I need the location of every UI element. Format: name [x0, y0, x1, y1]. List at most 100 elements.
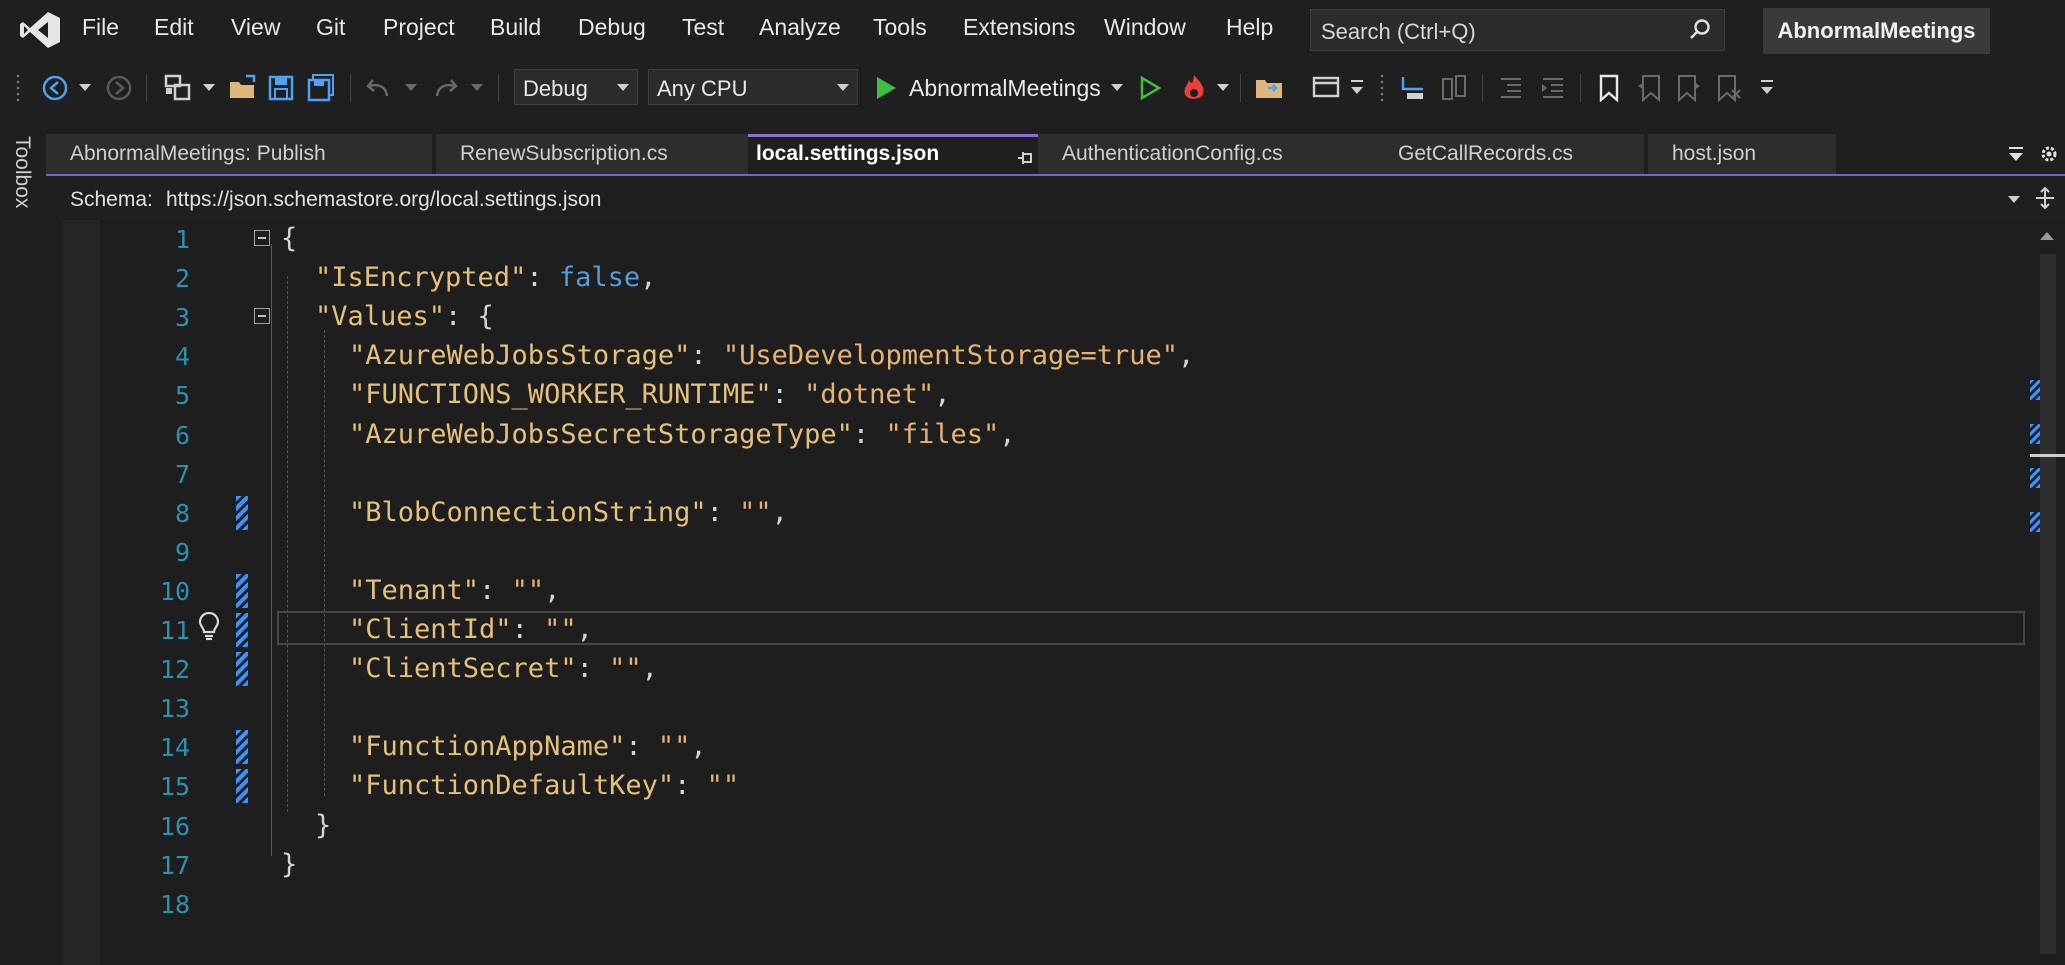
code-line[interactable]: 3 "Values": { [0, 298, 1966, 337]
hot-reload-icon[interactable] [1178, 72, 1210, 104]
json-key: "AzureWebJobsStorage" [349, 340, 691, 372]
toolbar-overflow-icon[interactable] [1760, 72, 1774, 104]
menu-analyze[interactable]: Analyze [759, 14, 841, 41]
tab-local-settings-json[interactable]: local.settings.json [748, 134, 1084, 174]
code-line[interactable]: 4 "AzureWebJobsStorage": "UseDevelopmentS… [0, 337, 1966, 376]
menu-edit[interactable]: Edit [154, 14, 194, 41]
menu-project[interactable]: Project [383, 14, 455, 41]
scroll-caret-marker [2030, 454, 2065, 457]
code-line[interactable]: 9 [0, 533, 1966, 572]
solution-explorer-icon[interactable] [162, 72, 196, 104]
menu-help[interactable]: Help [1226, 14, 1273, 41]
menu-extensions[interactable]: Extensions [963, 14, 1076, 41]
code-line[interactable]: 8 "BlobConnectionString": "", [0, 494, 1966, 533]
menu-debug[interactable]: Debug [578, 14, 646, 41]
tab-renewsubscription[interactable]: RenewSubscription.cs [436, 134, 792, 174]
configuration-select[interactable]: Debug [514, 69, 638, 105]
start-dropdown-icon[interactable] [1110, 72, 1124, 104]
platform-select[interactable]: Any CPU [648, 69, 858, 105]
tab-getcallrecords[interactable]: GetCallRecords.cs [1374, 134, 1644, 174]
split-editor-icon[interactable] [2034, 186, 2056, 210]
browser-dropdown-icon[interactable] [1350, 72, 1364, 104]
run-target-label[interactable]: AbnormalMeetings [909, 75, 1101, 102]
hot-reload-dropdown-icon[interactable] [1216, 72, 1230, 104]
bookmark-icon[interactable] [1594, 72, 1624, 104]
visual-studio-logo[interactable] [18, 10, 62, 50]
clear-bookmarks-icon[interactable] [1714, 72, 1744, 104]
code-line[interactable]: 14 "FunctionAppName": "", [0, 728, 1966, 767]
pin-icon[interactable] [1016, 149, 1034, 167]
browse-folder-icon[interactable] [1254, 72, 1286, 104]
code-line[interactable]: 17} [0, 846, 1966, 885]
tab-authenticationconfig[interactable]: AuthenticationConfig.cs [1038, 134, 1404, 174]
code-line[interactable]: 5 "FUNCTIONS_WORKER_RUNTIME": "dotnet", [0, 376, 1966, 415]
open-folder-icon[interactable] [228, 72, 258, 104]
json-string: "" [706, 770, 740, 802]
compare-icon[interactable] [1438, 72, 1470, 104]
line-number: 2 [174, 264, 190, 294]
back-icon[interactable] [40, 72, 70, 104]
chevron-down-icon[interactable] [2008, 196, 2020, 203]
json-string: "" [657, 731, 691, 763]
code-line[interactable]: 10 "Tenant": "", [0, 572, 1966, 611]
start-icon[interactable] [872, 72, 900, 104]
menu-test[interactable]: Test [682, 14, 724, 41]
json-punctuation: , [690, 731, 707, 763]
line-number: 13 [159, 694, 190, 724]
code-line[interactable]: 16} [0, 807, 1966, 846]
tab-label: AbnormalMeetings: Publish [70, 142, 326, 165]
start-without-debugging-icon[interactable] [1136, 72, 1164, 104]
scroll-change-marker [2030, 512, 2040, 532]
tab-abnormalmeetings-publish[interactable]: AbnormalMeetings: Publish [46, 134, 432, 174]
save-icon[interactable] [266, 72, 296, 104]
save-all-icon[interactable] [307, 72, 337, 104]
collapse-icon[interactable] [254, 230, 270, 246]
tab-host-json[interactable]: host.json [1648, 134, 1836, 174]
step-into-icon[interactable] [1396, 72, 1428, 104]
redo-dropdown-icon[interactable] [470, 72, 484, 104]
decrease-indent-icon[interactable] [1496, 72, 1526, 104]
json-punctuation: { [281, 223, 298, 254]
back-dropdown-icon[interactable] [78, 72, 92, 104]
code-line[interactable]: 11 "ClientId": "", [0, 611, 1966, 650]
code-line[interactable]: 12 "ClientSecret": "", [0, 650, 1966, 689]
undo-icon[interactable] [364, 72, 394, 104]
schema-url-field[interactable]: https://json.schemastore.org/local.setti… [166, 188, 601, 212]
code-line[interactable]: 18 [0, 885, 1966, 924]
search-input[interactable]: Search (Ctrl+Q) [1310, 9, 1725, 51]
line-number: 7 [174, 459, 190, 489]
scroll-up-icon[interactable] [2040, 232, 2054, 240]
previous-bookmark-icon[interactable] [1634, 72, 1664, 104]
menu-file[interactable]: File [82, 14, 119, 41]
solution-title-badge[interactable]: AbnormalMeetings [1763, 8, 1990, 54]
toolbox-tab[interactable]: Toolbox [10, 136, 34, 208]
tab-list-icon[interactable] [2006, 144, 2026, 164]
line-number: 4 [174, 342, 190, 372]
menu-window[interactable]: Window [1104, 14, 1186, 41]
collapse-icon[interactable] [254, 308, 270, 325]
menu-git[interactable]: Git [316, 14, 345, 41]
scrollbar-thumb[interactable] [2040, 254, 2056, 954]
increase-indent-icon[interactable] [1538, 72, 1568, 104]
code-line[interactable]: 6 "AzureWebJobsSecretStorageType": "files… [0, 416, 1966, 455]
menu-tools[interactable]: Tools [873, 14, 927, 41]
toolbar-grip[interactable] [1378, 72, 1386, 104]
forward-icon[interactable] [104, 72, 134, 104]
settings-icon[interactable] [2038, 143, 2060, 165]
next-bookmark-icon[interactable] [1674, 72, 1704, 104]
menu-build[interactable]: Build [490, 14, 541, 41]
code-line[interactable]: 13 [0, 689, 1966, 728]
new-item-dropdown-icon[interactable] [202, 72, 216, 104]
menu-view[interactable]: View [231, 14, 280, 41]
browser-window-icon[interactable] [1310, 72, 1342, 104]
search-icon[interactable] [1688, 18, 1712, 42]
json-punctuation: : [479, 574, 512, 606]
json-punctuation: , [640, 262, 657, 294]
toolbar-grip[interactable] [14, 72, 22, 104]
code-line[interactable]: 7 [0, 455, 1966, 494]
undo-dropdown-icon[interactable] [404, 72, 418, 104]
code-line[interactable]: 2 "IsEncrypted": false, [0, 259, 1966, 298]
redo-icon[interactable] [430, 72, 460, 104]
code-line[interactable]: 15 "FunctionDefaultKey": "" [0, 767, 1966, 806]
code-line[interactable]: 1{ [0, 220, 1966, 259]
